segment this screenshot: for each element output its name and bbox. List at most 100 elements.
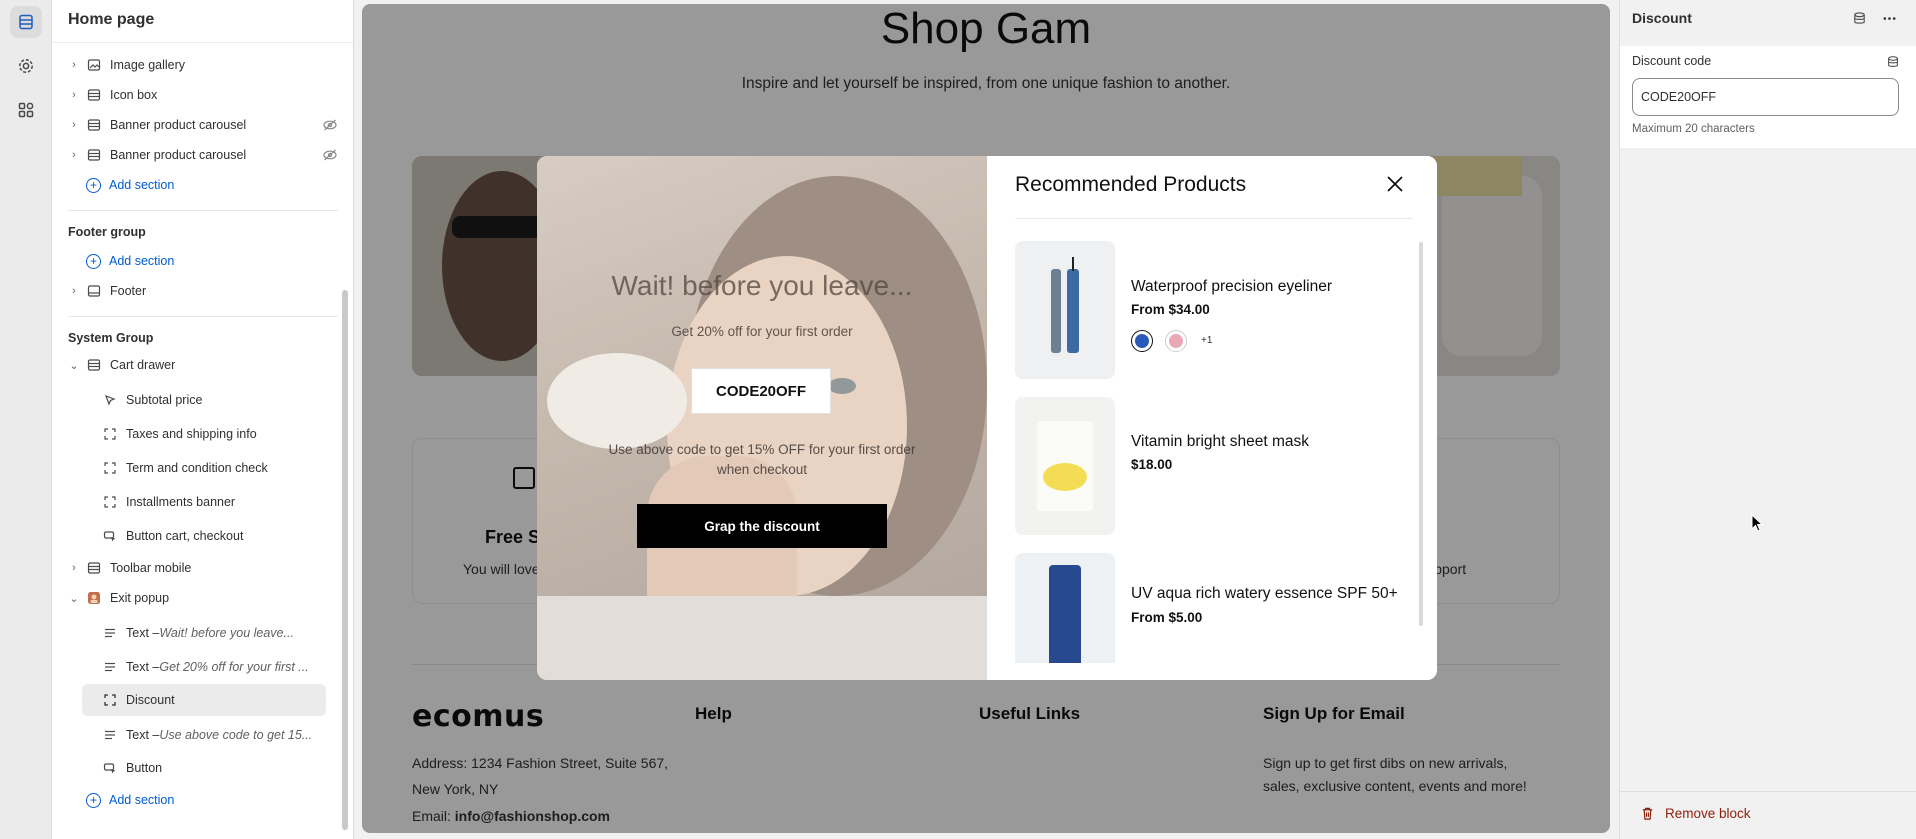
product-image[interactable]: [1015, 241, 1115, 379]
product-image[interactable]: [1015, 397, 1115, 535]
block-text-wait[interactable]: Text – Wait! before you leave...: [102, 619, 332, 647]
sections-sidebar: Home page › Image gallery › Icon box › B…: [52, 0, 354, 839]
footer-section-icon: [86, 283, 102, 299]
block-label: Button: [126, 761, 163, 775]
block-text-use-above[interactable]: Text – Use above code to get 15...: [102, 721, 332, 749]
plus-circle-icon: +: [86, 177, 101, 193]
recommended-divider: [1015, 218, 1413, 219]
sidebar-item-image-gallery[interactable]: › Image gallery: [68, 51, 338, 79]
chevron-right-icon[interactable]: ›: [68, 562, 80, 574]
app-block-icon: [86, 590, 102, 606]
color-swatch-blue[interactable]: [1131, 330, 1153, 352]
sidebar-item-cart-drawer[interactable]: ⌄ Cart drawer: [68, 351, 338, 379]
sidebar-item-footer[interactable]: › Footer: [68, 277, 338, 305]
sidebar-scrollbar[interactable]: [342, 290, 348, 830]
eye-hidden-icon[interactable]: [322, 117, 338, 133]
eye-hidden-icon[interactable]: [322, 147, 338, 163]
add-section-button[interactable]: + Add section: [86, 171, 286, 199]
product-image[interactable]: [1015, 553, 1115, 663]
mouse-pointer-icon: [1751, 514, 1763, 532]
apps-icon[interactable]: [10, 94, 42, 126]
chevron-right-icon[interactable]: ›: [68, 285, 80, 297]
storefront-preview: Shop Gam Inspire and let yourself be ins…: [362, 4, 1610, 833]
chevron-right-icon[interactable]: ›: [68, 119, 80, 131]
sidebar-item-label: Banner product carousel: [110, 118, 247, 132]
page-title: Home page: [68, 11, 155, 28]
section-icon: [86, 87, 102, 103]
sidebar-item-banner-product-carousel[interactable]: › Banner product carousel: [68, 141, 338, 169]
section-icon: [86, 560, 102, 576]
chevron-right-icon[interactable]: ›: [68, 59, 80, 71]
text-block-icon: [102, 659, 118, 675]
sidebar-item-banner-product-carousel[interactable]: › Banner product carousel: [68, 111, 338, 139]
add-section-button[interactable]: + Add section: [86, 247, 286, 275]
product-name[interactable]: UV aqua rich watery essence SPF 50+: [1131, 585, 1398, 603]
dynamic-source-icon[interactable]: [1884, 53, 1902, 71]
text-block-icon: [102, 625, 118, 641]
chevron-right-icon[interactable]: ›: [68, 89, 80, 101]
chevron-down-icon[interactable]: ⌄: [68, 359, 80, 372]
product-card[interactable]: Waterproof precision eyeliner From $34.0…: [1015, 241, 1410, 381]
popup-note: Use above code to get 15% OFF for your f…: [592, 440, 932, 480]
block-cursor-icon: [102, 760, 118, 776]
sidebar-item-label: Exit popup: [110, 591, 170, 605]
product-price: $18.00: [1131, 457, 1173, 472]
chevron-down-icon[interactable]: ⌄: [68, 592, 80, 605]
block-frame-icon: [102, 692, 118, 708]
block-button-cart-checkout[interactable]: Button cart, checkout: [102, 522, 332, 550]
sidebar-item-label: Icon box: [110, 88, 158, 102]
chevron-right-icon[interactable]: ›: [68, 149, 80, 161]
database-icon[interactable]: [1850, 9, 1868, 27]
block-text-get-20[interactable]: Text – Get 20% off for your first ...: [102, 653, 332, 681]
discount-code-input[interactable]: [1632, 78, 1899, 116]
popup-note-line: Use above code to get 15% OFF for your f…: [608, 442, 916, 457]
more-options-icon[interactable]: [1880, 9, 1898, 27]
sidebar-item-label: Toolbar mobile: [110, 561, 192, 575]
recommended-products-panel: Recommended Products Waterproof precisio…: [987, 156, 1437, 680]
block-label: Installments banner: [126, 495, 236, 509]
remove-block-button[interactable]: Remove block: [1640, 806, 1751, 821]
exit-popup: Wait! before you leave... Get 20% off fo…: [537, 156, 1437, 680]
sidebar-item-toolbar-mobile[interactable]: › Toolbar mobile: [68, 554, 338, 582]
block-term-condition[interactable]: Term and condition check: [102, 454, 332, 482]
recommended-scrollbar[interactable]: [1419, 242, 1423, 626]
product-name[interactable]: Waterproof precision eyeliner: [1131, 278, 1332, 296]
section-icon: [86, 117, 102, 133]
text-block-icon: [102, 727, 118, 743]
block-cursor-icon: [102, 528, 118, 544]
block-subtotal-price[interactable]: Subtotal price: [102, 386, 332, 414]
color-swatch-pink[interactable]: [1165, 330, 1187, 352]
sidebar-item-label: Cart drawer: [110, 358, 176, 372]
block-label: Text –: [126, 728, 160, 742]
block-label: Term and condition check: [126, 461, 268, 475]
block-discount[interactable]: Discount: [102, 686, 332, 714]
section-icon: [86, 357, 102, 373]
grab-discount-button[interactable]: Grap the discount: [637, 504, 887, 548]
recommended-title: Recommended Products: [1015, 173, 1247, 196]
photo-wash: [537, 156, 987, 680]
popup-note-line: when checkout: [716, 462, 808, 477]
block-frame-icon: [102, 426, 118, 442]
header-divider: [52, 42, 353, 43]
more-swatches-count[interactable]: +1: [1201, 335, 1212, 346]
popup-subheading: Get 20% off for your first order: [671, 324, 853, 339]
settings-footer-divider: [1620, 791, 1916, 792]
sections-icon[interactable]: [10, 6, 42, 38]
plus-circle-icon: +: [86, 792, 101, 808]
product-price: From $5.00: [1131, 610, 1203, 625]
block-installments-banner[interactable]: Installments banner: [102, 488, 332, 516]
sidebar-item-exit-popup[interactable]: ⌄ Exit popup: [68, 584, 338, 612]
close-icon[interactable]: [1383, 172, 1407, 196]
product-card[interactable]: UV aqua rich watery essence SPF 50+ From…: [1015, 553, 1410, 663]
sidebar-item-icon-box[interactable]: › Icon box: [68, 81, 338, 109]
product-name[interactable]: Vitamin bright sheet mask: [1131, 433, 1309, 451]
block-taxes-shipping[interactable]: Taxes and shipping info: [102, 420, 332, 448]
discount-code-display[interactable]: CODE20OFF: [691, 368, 831, 414]
block-label: Subtotal price: [126, 393, 203, 407]
product-card[interactable]: Vitamin bright sheet mask $18.00: [1015, 397, 1410, 537]
settings-gear-icon[interactable]: [10, 50, 42, 82]
block-label: Text –: [126, 660, 160, 674]
product-price: From $34.00: [1131, 302, 1210, 317]
add-section-button[interactable]: + Add section: [86, 786, 286, 814]
block-button[interactable]: Button: [102, 754, 332, 782]
